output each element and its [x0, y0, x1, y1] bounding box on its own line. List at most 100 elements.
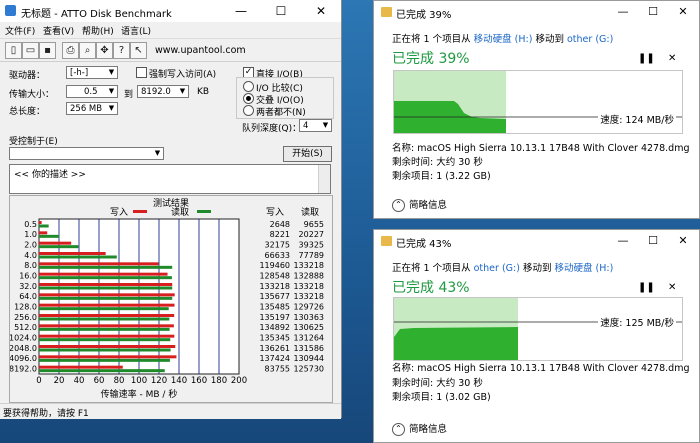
copy-dialog-1-titlebar[interactable]: 已完成 39% — ☐ ✕	[374, 1, 699, 23]
y-tick-label: 2.0	[24, 240, 37, 249]
write-value: 119460	[259, 261, 290, 270]
minimize-button[interactable]: —	[221, 2, 261, 20]
copy-2-less-info[interactable]: ⌃ 简略信息	[392, 421, 447, 436]
read-value: 131586	[293, 344, 324, 353]
context-help-icon[interactable]: ↖	[130, 42, 147, 59]
minimize-button[interactable]: —	[608, 234, 638, 247]
copy-1-source-link[interactable]: 移动硬盘 (H:)	[474, 34, 533, 45]
read-bar	[39, 338, 171, 342]
x-tick-label: 200	[231, 376, 247, 386]
y-tick-label: 16.0	[19, 271, 37, 280]
copy-1-percent: 已完成 39%	[392, 51, 470, 67]
menu-view[interactable]: 查看(V)	[43, 24, 74, 37]
pause-icon[interactable]: ❚❚	[638, 282, 655, 293]
menu-help[interactable]: 帮助(H)	[82, 24, 114, 37]
read-value: 20227	[299, 230, 324, 239]
y-tick-label: 128.0	[14, 302, 37, 311]
force-write-label: 强制写入访问(A)	[149, 70, 217, 80]
copy-1-description: 正在将 1 个项目从 移动硬盘 (H:) 移动到 other (G:)	[392, 34, 614, 45]
open-folder-icon[interactable]: ▭	[22, 42, 39, 59]
menu-file[interactable]: 文件(F)	[5, 24, 35, 37]
copy-2-speed-graph: 速度: 125 MB/秒	[393, 297, 683, 361]
neither-io-radio[interactable]	[243, 105, 254, 116]
copy-dialog-2-titlebar[interactable]: 已完成 43% — ☐ ✕	[374, 230, 699, 252]
write-value: 135197	[259, 313, 290, 322]
close-button[interactable]: ✕	[668, 5, 698, 18]
x-tick-label: 160	[191, 376, 207, 386]
maximize-button[interactable]: ☐	[638, 5, 668, 18]
save-icon[interactable]: ▪	[39, 42, 56, 59]
write-bar	[39, 221, 42, 224]
results-panel: 测试结果 写入 读取 写入 读取 0 20 40 60 80 100 120 140 160 18…	[9, 195, 333, 403]
x-tick-label: 80	[114, 376, 125, 386]
overlapped-io-radio[interactable]	[243, 93, 254, 104]
write-bar	[39, 283, 173, 286]
x-tick-label: 0	[36, 376, 41, 386]
x-tick-label: 100	[131, 376, 147, 386]
speed-area	[394, 327, 518, 360]
transfer-to-select[interactable]: 8192.0 ▼	[137, 85, 189, 98]
print-icon[interactable]: ⎙	[62, 42, 79, 59]
chevron-down-icon: ▼	[154, 149, 161, 157]
maximize-button[interactable]: ☐	[261, 2, 301, 20]
menu-language[interactable]: 语言(L)	[121, 24, 151, 37]
close-icon[interactable]: ✕	[668, 282, 676, 293]
read-bar	[39, 317, 170, 321]
copy-2-dest-link[interactable]: 移动硬盘 (H:)	[555, 263, 614, 274]
read-bar	[39, 369, 165, 373]
zoom-icon[interactable]: ⌕	[79, 42, 96, 59]
copy-2-time: 剩余时间: 大约 30 秒	[392, 378, 483, 389]
y-tick-label: 8192.0	[10, 364, 37, 373]
read-bar	[39, 245, 79, 249]
copy-dialog-1: 已完成 39% — ☐ ✕ 正在将 1 个项目从 移动硬盘 (H:) 移动到 o…	[373, 0, 700, 219]
status-text: 要获得帮助，请按 F1	[3, 409, 89, 419]
read-bar	[39, 286, 173, 290]
force-write-checkbox[interactable]	[136, 67, 147, 78]
maximize-button[interactable]: ☐	[638, 234, 668, 247]
copy-2-description: 正在将 1 个项目从 other (G:) 移动到 移动硬盘 (H:)	[392, 263, 614, 274]
app-icon	[5, 5, 16, 16]
chevron-down-icon: ▼	[322, 121, 329, 129]
copy-1-less-info[interactable]: ⌃ 简略信息	[392, 197, 447, 212]
copy-1-dest-link[interactable]: other (G:)	[567, 34, 613, 45]
help-icon[interactable]: ?	[113, 42, 130, 59]
write-bar	[39, 252, 106, 255]
new-file-icon[interactable]: ▯	[5, 42, 22, 59]
neither-io-label: 两者都不(N)	[256, 108, 306, 118]
copy-1-speed-graph: 速度: 124 MB/秒	[393, 70, 683, 134]
pause-icon[interactable]: ❚❚	[638, 53, 655, 64]
write-value: 66633	[265, 251, 290, 260]
write-bar	[39, 324, 174, 328]
copy-1-time: 剩余时间: 大约 30 秒	[392, 157, 483, 168]
write-value: 128548	[259, 271, 290, 280]
legend-write-label: 写入	[110, 207, 128, 218]
read-value: 125730	[293, 364, 324, 373]
window-title: 无标题 - ATTO Disk Benchmark	[21, 9, 172, 20]
close-button[interactable]: ✕	[668, 234, 698, 247]
total-length-select[interactable]: 256 MB ▼	[66, 102, 118, 115]
description-box[interactable]: << 你的描述 >>	[9, 164, 331, 194]
queue-depth-select[interactable]: 4 ▼	[299, 119, 332, 132]
read-bar	[39, 348, 171, 352]
start-button[interactable]: 开始(S)	[283, 146, 332, 162]
copy-2-source-link[interactable]: other (G:)	[474, 263, 520, 274]
transfer-to-label: 到	[124, 90, 134, 100]
controlled-by-select[interactable]: ▼	[9, 147, 164, 160]
x-tick-label: 140	[171, 376, 187, 386]
transfer-from-select[interactable]: 0.5 ▼	[66, 85, 118, 98]
description-scrollbar[interactable]	[318, 165, 330, 193]
write-value: 135677	[259, 292, 290, 301]
y-tick-label: 4.0	[24, 251, 37, 260]
minimize-button[interactable]: —	[608, 5, 638, 18]
benchmark-chart: 测试结果 写入 读取 写入 读取 0 20 40 60 80 100 120 140 160 18…	[10, 197, 324, 400]
write-bar	[39, 303, 175, 307]
move-icon[interactable]: ✥	[96, 42, 113, 59]
close-button[interactable]: ✕	[301, 2, 341, 20]
title-bar[interactable]: 无标题 - ATTO Disk Benchmark — ☐ ✕	[0, 0, 341, 22]
controlled-by-label: 受控制于(E)	[9, 137, 58, 147]
y-tick-label: 256.0	[14, 313, 37, 322]
close-icon[interactable]: ✕	[668, 53, 676, 64]
drive-select[interactable]: [-h-] ▼	[66, 66, 118, 79]
io-compare-radio[interactable]	[243, 81, 254, 92]
y-tick-label: 4096.0	[10, 354, 37, 363]
